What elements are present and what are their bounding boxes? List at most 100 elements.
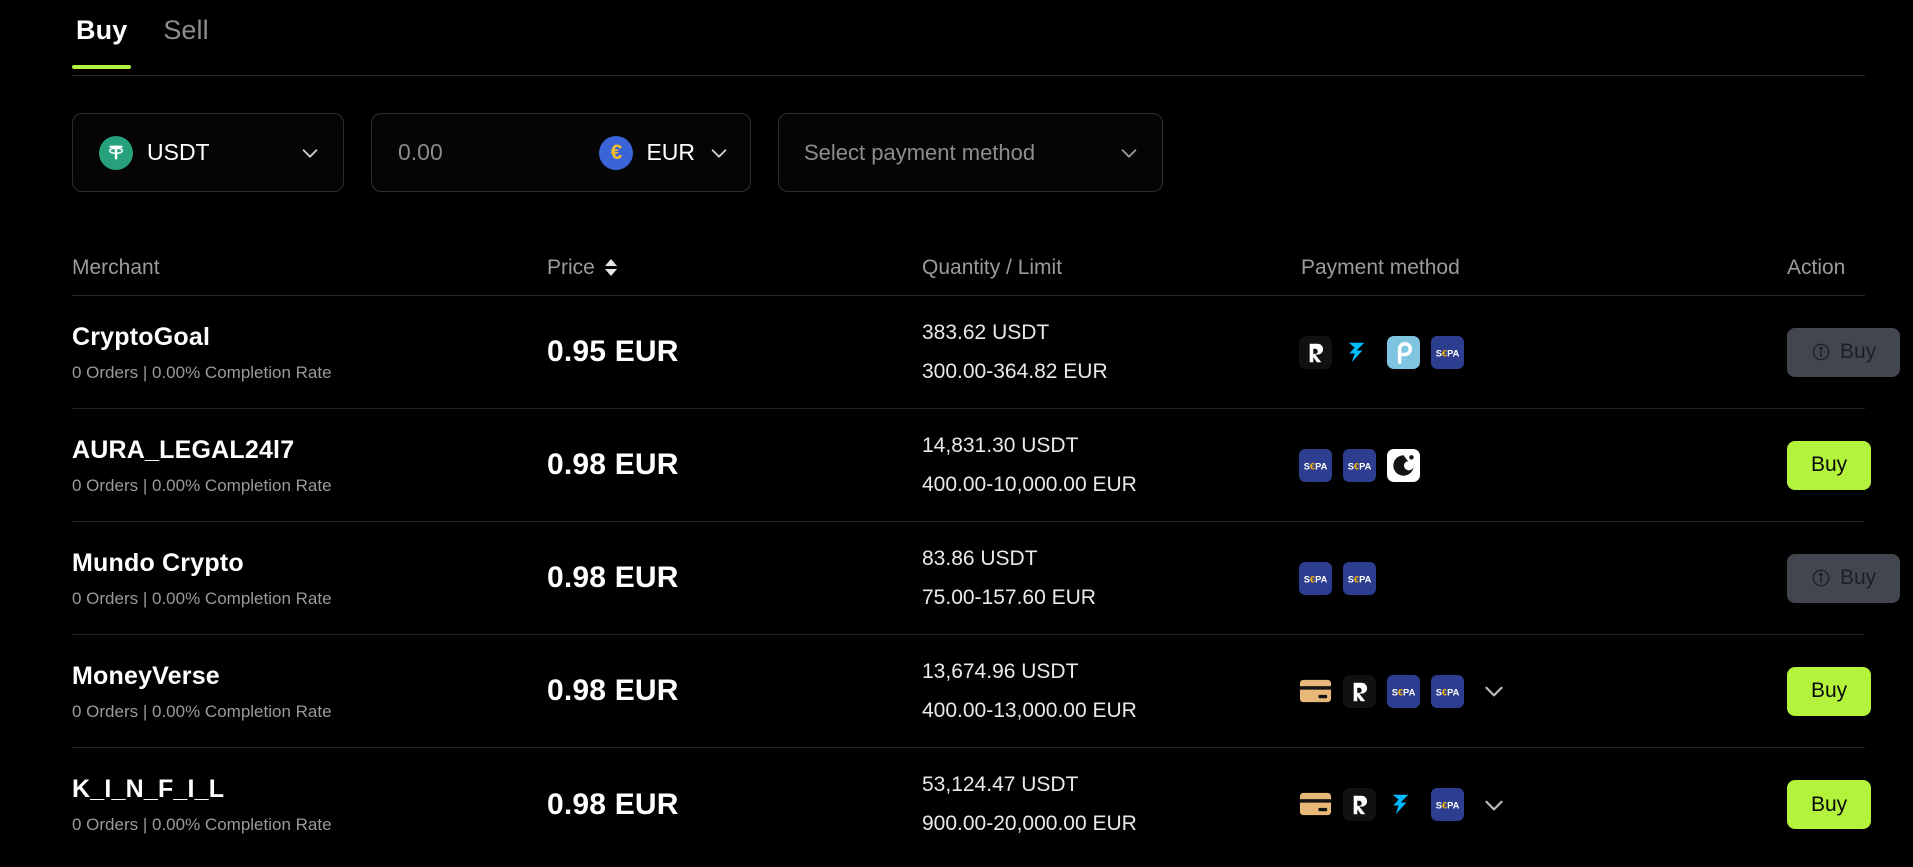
sepa-icon: S€PA [1431,674,1464,708]
table-row[interactable]: AURA_LEGAL24l7 0 Orders | 0.00% Completio… [72,409,1872,522]
fiat-select-value: EUR [646,139,695,165]
svg-text:S€PA: S€PA [1348,574,1372,584]
info-icon [1812,569,1830,587]
column-header-merchant: Merchant [72,255,160,279]
info-icon [1812,343,1830,361]
merchant-cell: MoneyVerse 0 Orders | 0.00% Completion Ra… [72,661,547,722]
crypto-select[interactable]: USDT [72,113,344,192]
merchant-stats: 0 Orders | 0.00% Completion Rate [72,701,332,721]
wise-icon [1392,794,1409,815]
buy-button-label: Buy [1840,566,1877,589]
table-row[interactable]: K_I_N_F_I_L 0 Orders | 0.00% Completion R… [72,748,1872,861]
buy-button-label: Buy [1811,792,1848,816]
quantity-limit-cell: 13,674.96 USDT 400.00-13,000.00 EUR [922,659,1297,724]
action-cell: Buy [1787,780,1913,829]
euro-icon: € [599,135,634,170]
action-cell: Buy [1787,440,1913,490]
buy-button: Buy [1787,327,1901,377]
expand-payment-methods-icon[interactable] [1481,678,1507,704]
available-quantity: 383.62 USDT [922,320,1050,344]
sepa-icon: S€PA [1299,561,1332,595]
bank-card-icon [1299,792,1332,816]
available-quantity: 14,831.30 USDT [922,433,1079,457]
merchant-name: CryptoGoal [72,322,211,351]
buy-button-label: Buy [1840,340,1877,363]
svg-text:S€PA: S€PA [1348,461,1372,471]
sepa-icon: S€PA [1343,448,1376,482]
table-row[interactable]: Mundo Crypto 0 Orders | 0.00% Completion … [72,522,1901,635]
column-header-payment-method: Payment method [1301,255,1460,279]
chevron-down-icon [711,148,727,158]
table-body: CryptoGoal 0 Orders | 0.00% Completion Ra… [72,296,1901,861]
paysera-icon [1387,335,1420,369]
available-quantity: 13,674.96 USDT [922,659,1079,683]
svg-text:S€PA: S€PA [1436,801,1460,811]
svg-text:S€PA: S€PA [1304,461,1328,471]
svg-text:S€PA: S€PA [1304,574,1328,584]
quantity-limit-cell: 53,124.47 USDT 900.00-20,000.00 EUR [922,772,1297,837]
action-cell: Buy [1787,327,1913,377]
svg-text:S€PA: S€PA [1436,687,1460,697]
tab-sell-label: Sell [163,15,209,45]
price-cell: 0.95 EUR [547,335,679,368]
table-row[interactable]: MoneyVerse 0 Orders | 0.00% Completion Ra… [72,635,1872,748]
monzo-icon [1387,448,1420,482]
merchant-name: AURA_LEGAL24l7 [72,435,295,464]
filter-bar: USDT € EUR Select payment method [72,113,1163,192]
tab-buy-label: Buy [76,15,128,45]
sepa-icon: S€PA [1387,674,1420,708]
payment-methods-cell: S€PA [1297,788,1787,821]
payment-method-placeholder: Select payment method [804,139,1036,165]
price-cell: 0.98 EUR [547,674,679,707]
wise-icon [1348,342,1365,362]
merchant-name: K_I_N_F_I_L [72,775,225,803]
amount-input[interactable] [398,139,600,166]
order-limit: 400.00-13,000.00 EUR [922,698,1137,722]
offers-table: Merchant Price Quantity / Limit Payment … [72,240,1901,861]
buy-button[interactable]: Buy [1787,780,1872,829]
merchant-cell: Mundo Crypto 0 Orders | 0.00% Completion … [72,548,547,609]
column-header-action: Action [1787,255,1846,279]
merchant-name: MoneyVerse [72,661,220,690]
action-cell: Buy [1787,553,1913,603]
tether-icon [99,135,133,170]
chevron-down-icon [1121,148,1137,158]
merchant-cell: AURA_LEGAL24l7 0 Orders | 0.00% Completio… [72,435,547,496]
payment-methods-cell: S€PA S€PA [1297,561,1787,595]
tab-buy[interactable]: Buy [72,6,132,69]
order-limit: 75.00-157.60 EUR [922,585,1096,609]
buy-button-label: Buy [1811,679,1848,702]
tab-sell[interactable]: Sell [159,6,212,68]
amount-field[interactable]: € EUR [371,113,751,192]
column-header-quantity-limit: Quantity / Limit [922,255,1063,279]
crypto-select-value: USDT [147,139,210,165]
sepa-icon: S€PA [1299,448,1332,482]
quantity-limit-cell: 383.62 USDT 300.00-364.82 EUR [922,320,1297,385]
price-cell: 0.98 EUR [547,448,679,481]
order-limit: 900.00-20,000.00 EUR [922,812,1137,835]
expand-payment-methods-icon[interactable] [1481,792,1507,818]
order-limit: 400.00-10,000.00 EUR [922,472,1137,496]
buy-button[interactable]: Buy [1787,440,1872,490]
merchant-cell: CryptoGoal 0 Orders | 0.00% Completion Ra… [72,322,547,383]
order-limit: 300.00-364.82 EUR [922,359,1108,383]
table-row[interactable]: CryptoGoal 0 Orders | 0.00% Completion Ra… [72,296,1901,409]
price-cell: 0.98 EUR [547,561,679,594]
buy-button[interactable]: Buy [1787,666,1872,716]
payment-method-select[interactable]: Select payment method [778,113,1163,192]
available-quantity: 53,124.47 USDT [922,773,1079,796]
svg-text:S€PA: S€PA [1392,687,1416,697]
merchant-stats: 0 Orders | 0.00% Completion Rate [72,815,332,834]
column-header-price[interactable]: Price [547,256,922,280]
merchant-cell: K_I_N_F_I_L 0 Orders | 0.00% Completion R… [72,774,547,835]
payment-methods-cell: S€PA S€PA [1297,674,1787,708]
quantity-limit-cell: 83.86 USDT 75.00-157.60 EUR [922,546,1297,611]
payment-methods-cell: S€PA [1297,335,1787,369]
sepa-icon: S€PA [1431,335,1464,369]
merchant-name: Mundo Crypto [72,548,244,577]
sepa-icon: S€PA [1343,561,1376,595]
sort-updown-icon[interactable] [604,259,617,276]
available-quantity: 83.86 USDT [922,546,1038,570]
fiat-select[interactable]: € EUR [599,135,730,170]
payment-methods-cell: S€PA S€PA [1297,448,1787,482]
